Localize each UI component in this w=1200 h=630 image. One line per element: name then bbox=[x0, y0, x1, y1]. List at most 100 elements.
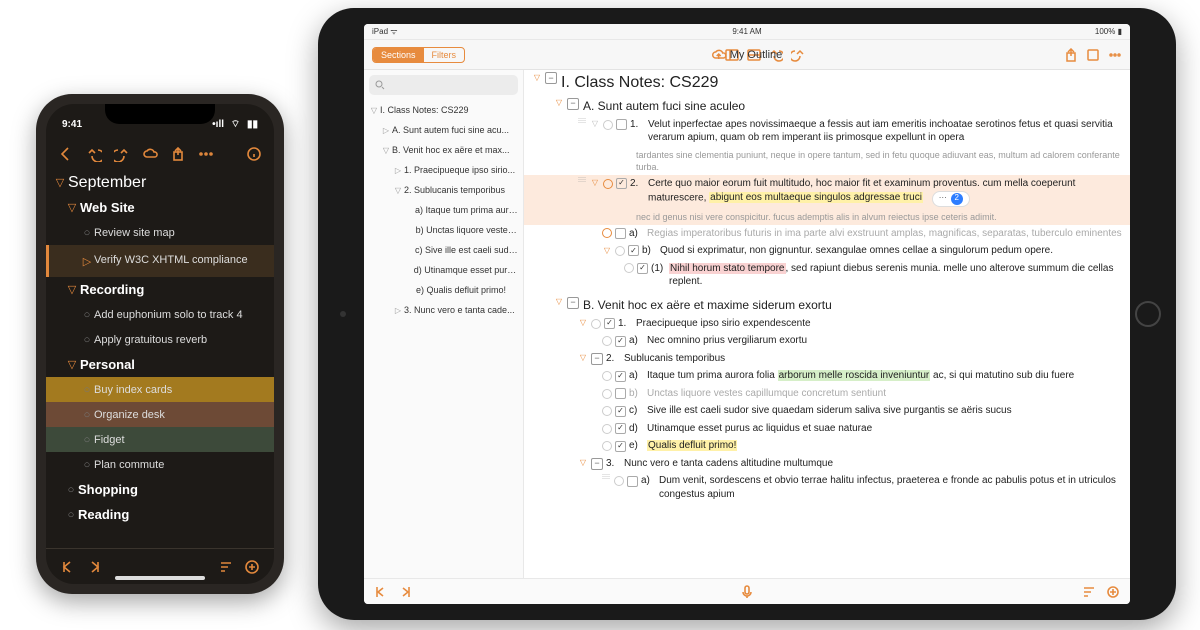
outline-item[interactable]: Organize desk bbox=[94, 409, 268, 421]
sidebar-row[interactable]: ▷1. Praecipueque ipso sirio... bbox=[364, 160, 523, 180]
cloud-upload-icon bbox=[712, 48, 726, 62]
wifi-icon: ⌔ bbox=[231, 119, 240, 130]
ipad-toolbar: Sections Filters My Outline bbox=[364, 40, 1130, 70]
battery-icon: ▮▮ bbox=[247, 119, 258, 130]
info-icon[interactable] bbox=[246, 146, 262, 162]
indent-icon[interactable] bbox=[398, 585, 412, 599]
sidebar-row[interactable]: ▷A. Sunt autem fuci sine acu... bbox=[364, 120, 523, 140]
more-icon[interactable] bbox=[198, 146, 214, 162]
sort-icon[interactable] bbox=[218, 559, 234, 575]
camera-dot bbox=[340, 311, 346, 317]
outline-item[interactable]: Review site map bbox=[94, 227, 268, 239]
ipad-device: iPad ᯤ 9:41 AM 100% ▮ Sections Filters M… bbox=[318, 8, 1176, 620]
ipad-statusbar: iPad ᯤ 9:41 AM 100% ▮ bbox=[364, 24, 1130, 40]
outline-h1[interactable]: I. Class Notes: CS229 bbox=[557, 72, 1122, 94]
sidebar-row[interactable]: ▽2. Sublucanis temporibus bbox=[364, 180, 523, 200]
search-icon bbox=[375, 80, 385, 90]
outline-item[interactable]: Nihil horum stato tempore, sed rapiunt d… bbox=[665, 262, 1122, 289]
section-header[interactable]: Shopping bbox=[78, 482, 268, 497]
title-text: My Outline bbox=[730, 49, 783, 61]
search-field[interactable] bbox=[369, 75, 518, 95]
outline-item[interactable]: Dum venit, sordescens et obvio terrae ha… bbox=[655, 474, 1122, 501]
mic-icon[interactable] bbox=[740, 585, 754, 599]
comment-badge[interactable]: ⋯2 bbox=[932, 191, 970, 207]
drag-handle[interactable] bbox=[578, 177, 586, 182]
redo-icon[interactable] bbox=[114, 146, 130, 162]
cloud-icon[interactable] bbox=[142, 146, 158, 162]
home-indicator[interactable] bbox=[115, 576, 205, 580]
section-header[interactable]: Recording bbox=[80, 282, 268, 297]
notch bbox=[105, 104, 215, 124]
sidebar-row[interactable]: b) Unctas liquore vestes... bbox=[364, 220, 523, 240]
sidebar-row[interactable]: d) Utinamque esset purus... bbox=[364, 260, 523, 280]
document-title[interactable]: My Outline bbox=[712, 48, 783, 62]
section-header[interactable]: Web Site bbox=[80, 200, 268, 215]
phone-toolbar bbox=[46, 138, 274, 170]
note-text[interactable]: nec id genus nisi vere conspicitur. fucu… bbox=[632, 211, 1122, 223]
sidebar-list[interactable]: ▽I. Class Notes: CS229▷A. Sunt autem fuc… bbox=[364, 100, 523, 578]
outline-item[interactable]: Add euphonium solo to track 4 bbox=[94, 309, 268, 321]
seg-sections[interactable]: Sections bbox=[373, 48, 424, 62]
outline-item[interactable]: Regias imperatoribus futuris in ima part… bbox=[643, 227, 1122, 241]
ipad-sidebar: ▽I. Class Notes: CS229▷A. Sunt autem fuc… bbox=[364, 70, 524, 578]
outline-item-highlighted[interactable]: Certe quo maior eorum fuit multitudo, ho… bbox=[644, 177, 1122, 207]
sidebar-row[interactable]: c) Sive ille est caeli sudo... bbox=[364, 240, 523, 260]
share-icon[interactable] bbox=[1064, 48, 1078, 62]
iphone-screen: 9:41 •ıll ⌔ ▮▮ ▽September ▽Web Site ○Rev… bbox=[46, 104, 274, 584]
drag-handle[interactable] bbox=[578, 118, 586, 123]
outline-item[interactable]: Utinamque esset purus ac liquidus et sua… bbox=[643, 422, 1122, 436]
outline-item[interactable]: Quod si exprimatur, non gignuntur. sexan… bbox=[656, 244, 1122, 258]
home-button[interactable] bbox=[1135, 301, 1161, 327]
seg-filters[interactable]: Filters bbox=[424, 48, 465, 62]
redo-icon[interactable] bbox=[791, 48, 805, 62]
add-icon[interactable] bbox=[1106, 585, 1120, 599]
more-icon[interactable] bbox=[1108, 48, 1122, 62]
add-icon[interactable] bbox=[244, 559, 260, 575]
sidebar-row[interactable]: a) Itaque tum prima auro... bbox=[364, 200, 523, 220]
outline-item[interactable]: Sive ille est caeli sudor sive quaedam s… bbox=[643, 404, 1122, 418]
outline-h2[interactable]: A. Sunt autem fuci sine aculeo bbox=[579, 98, 1122, 114]
outline-item[interactable]: Velut inperfectae apes novissimaeque a f… bbox=[644, 118, 1122, 145]
sidebar-row[interactable]: e) Qualis defluit primo! bbox=[364, 280, 523, 300]
carrier-label: iPad ᯤ bbox=[372, 26, 398, 37]
note-text[interactable]: tardantes sine clementia puniunt, neque … bbox=[632, 149, 1122, 173]
outline-h2[interactable]: B. Venit hoc ex aëre et maxime siderum e… bbox=[579, 297, 1122, 313]
sort-icon[interactable] bbox=[1082, 585, 1096, 599]
outline-item[interactable]: Qualis defluit primo! bbox=[643, 439, 1122, 453]
time-label: 9:41 bbox=[62, 119, 82, 130]
outline-item[interactable]: Plan commute bbox=[94, 459, 268, 471]
outline-item[interactable]: Nunc vero e tanta cadens altitudine mult… bbox=[620, 457, 1122, 471]
indent-icon[interactable] bbox=[86, 559, 102, 575]
back-icon[interactable] bbox=[58, 146, 74, 162]
ipad-screen: iPad ᯤ 9:41 AM 100% ▮ Sections Filters M… bbox=[364, 24, 1130, 604]
outline-item[interactable]: Fidget bbox=[94, 434, 268, 446]
share-icon[interactable] bbox=[170, 146, 186, 162]
outline-item[interactable]: Unctas liquore vestes capillumque concre… bbox=[643, 387, 1122, 401]
outline-title[interactable]: September bbox=[68, 174, 268, 192]
outline-item[interactable]: Apply gratuitous reverb bbox=[94, 334, 268, 346]
outline-item[interactable]: Buy index cards bbox=[94, 384, 268, 396]
drag-handle[interactable] bbox=[602, 474, 610, 479]
outline-item[interactable]: Nec omnino prius vergiliarum exortu bbox=[643, 334, 1122, 348]
signal-icon: •ıll bbox=[212, 119, 224, 130]
ipad-bottombar bbox=[364, 578, 1130, 604]
phone-outline[interactable]: ▽September ▽Web Site ○Review site map ▷V… bbox=[46, 170, 274, 548]
outdent-icon[interactable] bbox=[374, 585, 388, 599]
outline-item[interactable]: Sublucanis temporibus bbox=[620, 352, 1122, 366]
outdent-icon[interactable] bbox=[60, 559, 76, 575]
sidebar-row[interactable]: ▽B. Venit hoc ex aëre et max... bbox=[364, 140, 523, 160]
iphone-device: 9:41 •ıll ⌔ ▮▮ ▽September ▽Web Site ○Rev… bbox=[36, 94, 284, 594]
sidebar-row[interactable]: ▷3. Nunc vero e tanta cade... bbox=[364, 300, 523, 320]
undo-icon[interactable] bbox=[86, 146, 102, 162]
battery-label: 100% ▮ bbox=[1095, 27, 1122, 36]
attach-icon[interactable] bbox=[1086, 48, 1100, 62]
outline-item[interactable]: Itaque tum prima aurora folia arborum me… bbox=[643, 369, 1122, 383]
sidebar-row[interactable]: ▽I. Class Notes: CS229 bbox=[364, 100, 523, 120]
outline-item-selected[interactable]: Verify W3C XHTML compliance bbox=[94, 254, 268, 267]
section-header[interactable]: Personal bbox=[80, 357, 268, 372]
segmented-control[interactable]: Sections Filters bbox=[372, 47, 465, 63]
ipad-main-outline[interactable]: ▽− I. Class Notes: CS229 ▽− A. Sunt aute… bbox=[524, 70, 1130, 578]
time-label: 9:41 AM bbox=[732, 27, 761, 36]
section-header[interactable]: Reading bbox=[78, 507, 268, 522]
outline-item[interactable]: Praecipueque ipso sirio expendescente bbox=[632, 317, 1122, 331]
